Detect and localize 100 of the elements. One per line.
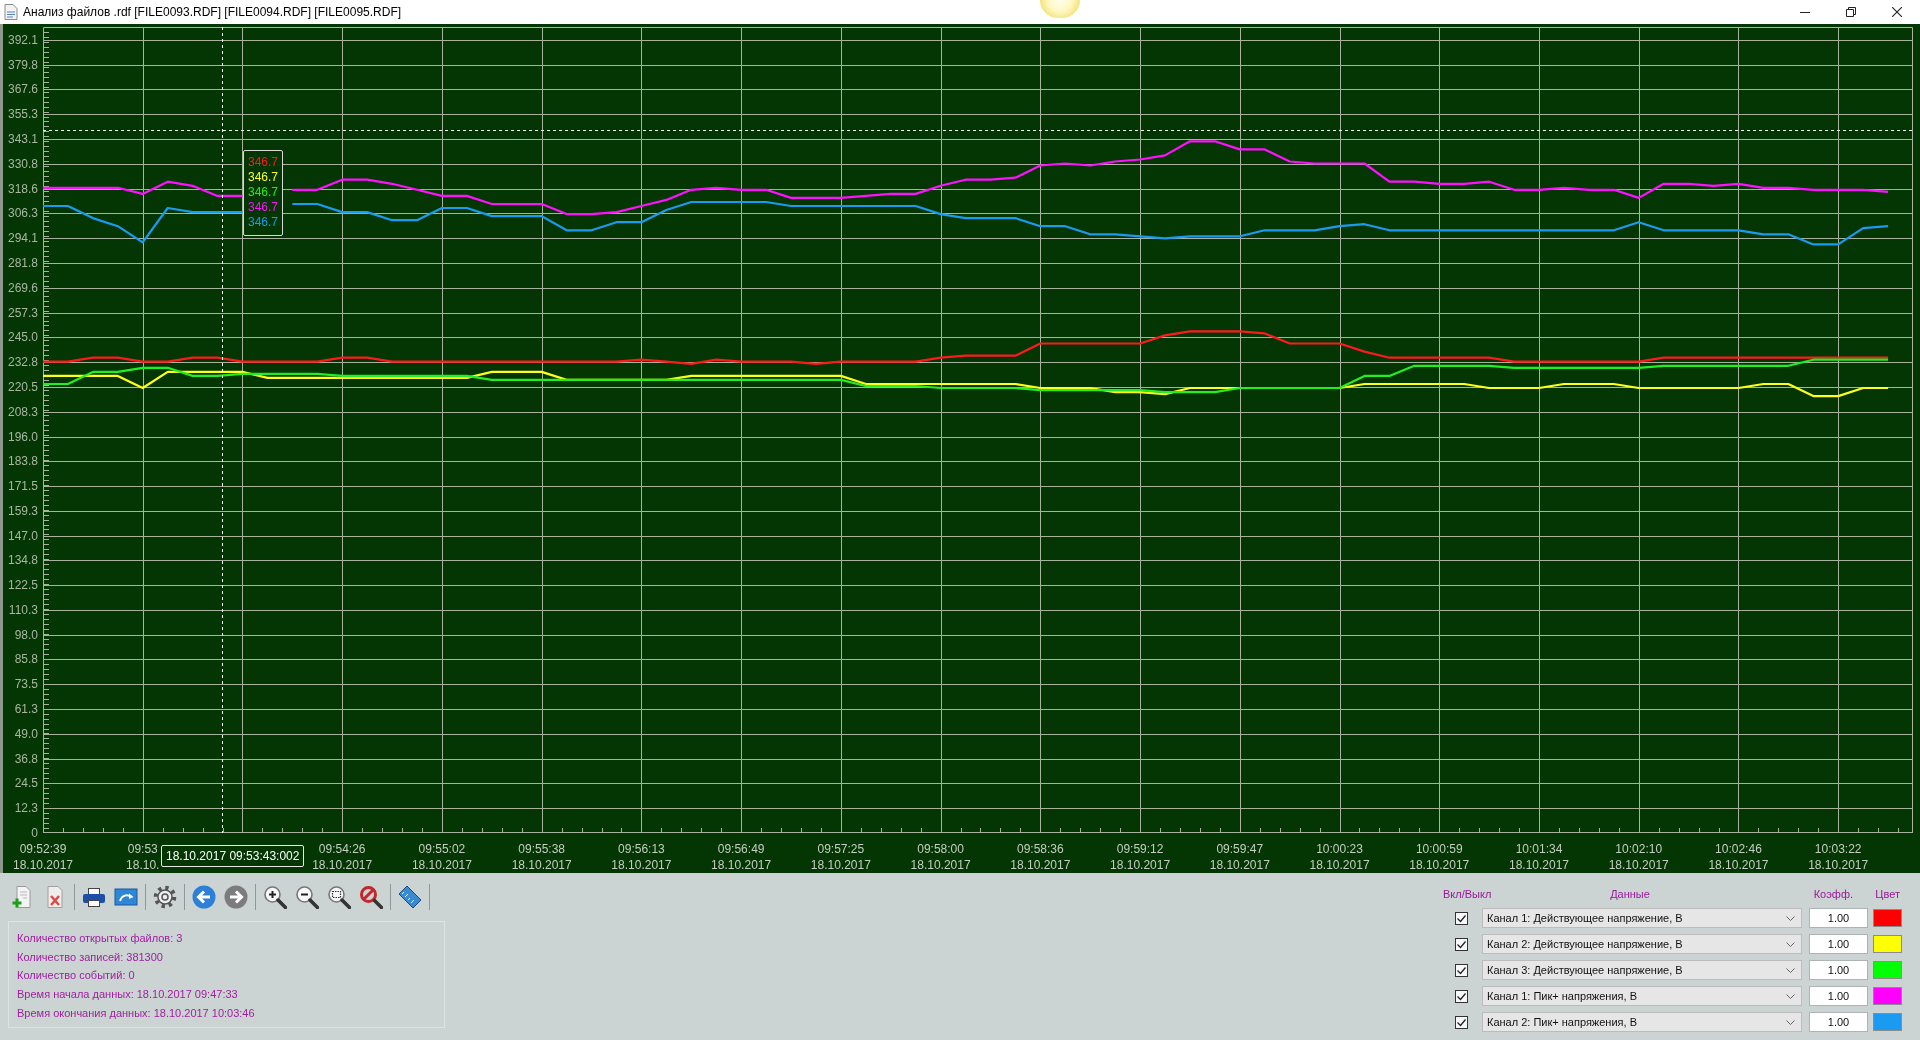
date-label: 18.10.2017 bbox=[312, 858, 373, 872]
tooltip-value: 346.7 bbox=[248, 200, 279, 216]
axis-label: 281.8 bbox=[6, 256, 38, 271]
date-label: 18.10.2017 bbox=[1110, 858, 1171, 872]
axis-label: 269.6 bbox=[6, 280, 38, 295]
channel-dropdown[interactable]: Канал 2: Действующее напряжение, В bbox=[1482, 934, 1802, 954]
swatch-icon[interactable] bbox=[1873, 1013, 1902, 1031]
axis-label: 61.3 bbox=[13, 702, 38, 716]
axis-label: 159.3 bbox=[6, 503, 38, 518]
axis-label: 183.8 bbox=[6, 454, 38, 469]
axis-label: 24.5 bbox=[13, 776, 38, 791]
toolbar-button[interactable] bbox=[262, 884, 288, 910]
toolbar-button[interactable] bbox=[358, 884, 384, 910]
arrow-right-icon bbox=[224, 885, 248, 909]
column-header: Коэфф. bbox=[1813, 887, 1853, 900]
toolbar-button[interactable] bbox=[397, 884, 423, 910]
channel-dropdown[interactable]: Канал 2: Пик+ напряжения, В bbox=[1482, 1012, 1802, 1032]
channel-dropdown[interactable]: Канал 3: Действующее напряжение, В bbox=[1482, 960, 1802, 980]
time-label: 09:56:49 bbox=[717, 842, 765, 856]
axis-label: 36.8 bbox=[13, 751, 38, 766]
time-label: 09:58:00 bbox=[917, 842, 964, 856]
chevron-icon bbox=[1786, 915, 1795, 921]
window-title: Анализ файлов .rdf [FILE0093.RDF] [FILE0094.RDF] [FILE0095.RDF] bbox=[23, 5, 402, 19]
time-label: 09:57:25 bbox=[817, 842, 865, 856]
toolbar-button[interactable] bbox=[326, 884, 352, 910]
printer-icon bbox=[82, 885, 106, 909]
swatch-icon[interactable] bbox=[1873, 935, 1902, 953]
axis-label: 232.8 bbox=[6, 355, 38, 370]
minimize-icon bbox=[1800, 11, 1810, 13]
time-label: 09:58:36 bbox=[1016, 842, 1064, 856]
time-label: 10:00:59 bbox=[1415, 842, 1463, 856]
coef-field[interactable]: 1.00 bbox=[1809, 986, 1868, 1006]
channel-dropdown[interactable]: Канал 1: Пик+ напряжения, В bbox=[1482, 986, 1802, 1006]
swatch-icon[interactable] bbox=[1873, 961, 1902, 979]
checkbox[interactable] bbox=[1454, 1015, 1468, 1029]
toolbar-button[interactable] bbox=[294, 884, 320, 910]
axis-label: 110.3 bbox=[7, 602, 38, 617]
date-label: 18.10.2017 bbox=[1409, 858, 1470, 872]
info-line: Время окончания данных: 18.10.2017 10:03:46 bbox=[17, 1005, 255, 1021]
time-label: 09:55:38 bbox=[518, 842, 565, 856]
axis-label: 0 bbox=[30, 826, 38, 840]
axis-label: 220.5 bbox=[6, 380, 38, 394]
time-label: 09:59:12 bbox=[1116, 842, 1164, 856]
axis-label: 171.5 bbox=[6, 479, 38, 494]
coef-field[interactable]: 1.00 bbox=[1809, 908, 1868, 928]
axis-label: 245.0 bbox=[6, 330, 38, 345]
date-label: 18.10.2017 bbox=[1209, 858, 1270, 872]
coef-field[interactable]: 1.00 bbox=[1809, 934, 1868, 954]
axis-label: 85.8 bbox=[13, 652, 38, 667]
date-label: 18.10.2017 bbox=[511, 858, 572, 872]
axis-label: 49.0 bbox=[13, 726, 38, 741]
axis-label: 257.3 bbox=[6, 305, 38, 320]
checkbox[interactable] bbox=[1454, 911, 1468, 925]
date-label: 18.10.2017 bbox=[1010, 858, 1071, 872]
date-label: 18.10. bbox=[126, 858, 160, 872]
coef-field[interactable]: 1.00 bbox=[1809, 1012, 1868, 1032]
swatch-icon[interactable] bbox=[1873, 987, 1902, 1005]
chevron-icon bbox=[1786, 993, 1795, 999]
axis-label: 379.8 bbox=[6, 57, 38, 72]
coef-field[interactable]: 1.00 bbox=[1809, 960, 1868, 980]
axis-label: 330.8 bbox=[6, 156, 38, 171]
toolbar-button[interactable] bbox=[152, 884, 178, 910]
column-header: Вкл/Выкл bbox=[1443, 887, 1492, 900]
swatch-icon[interactable] bbox=[1873, 909, 1902, 927]
time-label: 10:00:23 bbox=[1316, 842, 1363, 856]
info-line: Количество записей: 381300 bbox=[17, 949, 163, 965]
axis-label: 367.6 bbox=[6, 82, 38, 97]
info-line: Количество событий: 0 bbox=[17, 968, 135, 984]
axis-label: 98.0 bbox=[13, 627, 38, 642]
date-label: 18.10.2017 bbox=[711, 858, 772, 872]
date-label: 18.10.2017 bbox=[910, 858, 971, 872]
axis-label: 208.3 bbox=[6, 404, 38, 419]
tooltip-value: 346.7 bbox=[248, 215, 279, 231]
zoom-out-icon bbox=[295, 885, 319, 909]
channel-dropdown[interactable]: Канал 1: Действующее напряжение, В bbox=[1482, 908, 1802, 928]
arrow-left-icon bbox=[192, 885, 216, 909]
info-line: Количество открытых файлов: 3 bbox=[17, 931, 183, 946]
axis-label: 355.3 bbox=[6, 107, 38, 122]
date-label: 18.10.2017 bbox=[810, 858, 871, 872]
checkbox[interactable] bbox=[1454, 989, 1468, 1003]
time-label: 09:54:26 bbox=[318, 842, 366, 856]
time-label: 09:53 bbox=[127, 842, 158, 856]
axis-label: 343.1 bbox=[6, 132, 38, 147]
time-label: 10:02:10 bbox=[1615, 842, 1663, 856]
axis-label: 122.5 bbox=[6, 578, 38, 593]
zoom-area-icon bbox=[327, 885, 351, 909]
time-label: 10:01:34 bbox=[1515, 842, 1563, 856]
time-label: 09:55:02 bbox=[418, 842, 466, 856]
chevron-icon bbox=[1786, 1019, 1795, 1025]
zoom-cancel-icon bbox=[359, 885, 383, 909]
date-label: 18.10.2017 bbox=[1608, 858, 1669, 872]
axis-label: 134.8 bbox=[6, 553, 38, 568]
time-label: 09:59:47 bbox=[1216, 842, 1264, 856]
time-label: 09:52:39 bbox=[19, 842, 67, 856]
date-label: 18.10.2017 bbox=[12, 858, 74, 872]
checkbox[interactable] bbox=[1454, 963, 1468, 977]
ruler-icon bbox=[398, 885, 422, 909]
checkbox[interactable] bbox=[1454, 937, 1468, 951]
gear-icon bbox=[153, 885, 177, 909]
axis-label: 306.3 bbox=[6, 206, 38, 221]
